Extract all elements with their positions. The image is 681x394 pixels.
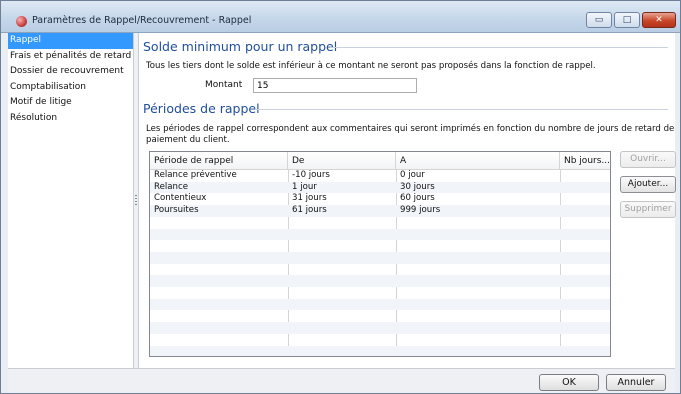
dialog-window: Paramètres de Rappel/Recouvrement - Rapp… bbox=[0, 0, 681, 394]
empty-row bbox=[150, 240, 610, 252]
cell-nb-jours bbox=[560, 205, 564, 217]
empty-row bbox=[150, 322, 610, 334]
window-controls: ▭ □ ✕ bbox=[586, 12, 676, 28]
sidebar-item-rappel[interactable]: Rappel bbox=[8, 33, 133, 49]
cell-de: 31 jours bbox=[292, 193, 327, 204]
periodes-table[interactable]: Période de rappel De A Nb jours... Relan… bbox=[149, 151, 611, 357]
ok-button[interactable]: OK bbox=[539, 374, 599, 391]
close-button[interactable]: ✕ bbox=[642, 12, 676, 28]
cell-nb-jours bbox=[560, 193, 564, 205]
cell-nb-jours bbox=[560, 170, 564, 182]
table-row[interactable]: Poursuites 61 jours 999 jours bbox=[150, 205, 610, 217]
table-row[interactable]: Relance 1 jour 30 jours bbox=[150, 181, 610, 194]
sidebar-item-resolution[interactable]: Résolution bbox=[8, 111, 133, 127]
column-header-de[interactable]: De bbox=[288, 152, 396, 170]
table-row[interactable]: Relance préventive -10 jours 0 jour bbox=[150, 170, 610, 182]
table-header: Période de rappel De A Nb jours... bbox=[150, 152, 610, 170]
app-icon bbox=[16, 16, 27, 27]
table-body: Relance préventive -10 jours 0 jour Rela… bbox=[150, 170, 610, 356]
footer-bar: OK Annuler bbox=[8, 368, 675, 393]
main-content: Solde minimum pour un rappel Tous les ti… bbox=[139, 33, 676, 368]
solde-section-title: Solde minimum pour un rappel bbox=[143, 39, 338, 54]
solde-section-rule bbox=[330, 47, 668, 48]
column-header-a[interactable]: A bbox=[396, 152, 560, 170]
column-header-nb-jours[interactable]: Nb jours... bbox=[560, 152, 610, 170]
splitter-grip-icon[interactable] bbox=[135, 195, 137, 207]
cell-periode: Relance préventive bbox=[154, 170, 237, 180]
sidebar-item-motif-litige[interactable]: Motif de litige bbox=[8, 95, 133, 111]
client-area: Rappel Frais et pénalités de retard Doss… bbox=[8, 33, 676, 368]
empty-row bbox=[150, 217, 610, 229]
column-header-periode[interactable]: Période de rappel bbox=[150, 152, 288, 170]
periodes-section-rule bbox=[256, 109, 668, 110]
maximize-button[interactable]: □ bbox=[614, 12, 640, 28]
montant-label: Montant bbox=[205, 80, 243, 90]
cell-de: -10 jours bbox=[292, 170, 330, 180]
empty-row bbox=[150, 334, 610, 346]
periodes-description-line1: Les périodes de rappel correspondent aux… bbox=[146, 124, 675, 134]
title-bar[interactable]: Paramètres de Rappel/Recouvrement - Rapp… bbox=[1, 1, 680, 33]
sidebar-item-dossier[interactable]: Dossier de recouvrement bbox=[8, 64, 133, 80]
montant-input[interactable] bbox=[253, 78, 417, 93]
cell-de: 61 jours bbox=[292, 205, 327, 216]
empty-row bbox=[150, 251, 610, 264]
periodes-section-title: Périodes de rappel bbox=[143, 101, 260, 116]
cell-a: 60 jours bbox=[400, 193, 435, 204]
sidebar-item-comptabilisation[interactable]: Comptabilisation bbox=[8, 80, 133, 96]
empty-row bbox=[150, 228, 610, 241]
periodes-description-line2: paiement du client. bbox=[146, 135, 230, 145]
cell-a: 30 jours bbox=[400, 181, 435, 192]
empty-row bbox=[150, 287, 610, 299]
cancel-button[interactable]: Annuler bbox=[606, 374, 666, 391]
cell-de: 1 jour bbox=[292, 181, 317, 192]
solde-description: Tous les tiers dont le solde est inférie… bbox=[146, 61, 596, 71]
cell-a: 999 jours bbox=[400, 205, 441, 216]
cell-periode: Relance bbox=[154, 181, 188, 192]
sidebar-nav: Rappel Frais et pénalités de retard Doss… bbox=[8, 33, 133, 368]
empty-row bbox=[150, 264, 610, 276]
add-button[interactable]: Ajouter... bbox=[620, 176, 676, 193]
cell-a: 0 jour bbox=[400, 170, 425, 180]
cell-nb-jours bbox=[560, 182, 564, 194]
empty-row bbox=[150, 345, 610, 356]
sidebar-item-frais[interactable]: Frais et pénalités de retard bbox=[8, 49, 133, 65]
empty-row bbox=[150, 275, 610, 287]
open-button[interactable]: Ouvrir... bbox=[620, 151, 676, 168]
window-title: Paramètres de Rappel/Recouvrement - Rapp… bbox=[32, 15, 252, 26]
minimize-button[interactable]: ▭ bbox=[586, 12, 612, 28]
cell-periode: Poursuites bbox=[154, 205, 199, 216]
cell-periode: Contentieux bbox=[154, 193, 207, 204]
delete-button[interactable]: Supprimer bbox=[620, 201, 676, 218]
table-row[interactable]: Contentieux 31 jours 60 jours bbox=[150, 193, 610, 205]
empty-row bbox=[150, 310, 610, 322]
empty-row bbox=[150, 298, 610, 311]
